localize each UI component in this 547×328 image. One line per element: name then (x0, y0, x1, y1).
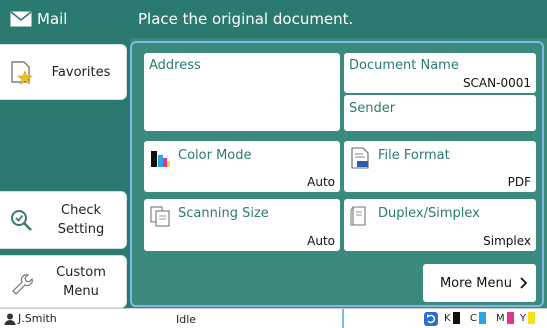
ink-c-letter: C (470, 312, 477, 324)
ink-k-level (452, 312, 460, 324)
document-name-tile[interactable]: Document Name SCAN-0001 (344, 53, 536, 93)
address-label: Address (149, 58, 201, 73)
instruction-message: Place the original document. (138, 10, 354, 28)
status-bar: J.Smith Idle K C M Y (0, 308, 547, 328)
color-mode-icon (151, 151, 170, 167)
duplex-simplex-value: Simplex (483, 234, 531, 248)
check-setting-line1: Check (61, 203, 101, 218)
custom-menu-line2: Menu (63, 283, 99, 299)
ink-k-letter: K (444, 312, 451, 324)
scanning-size-label: Scanning Size (178, 206, 269, 221)
favorites-button[interactable]: Favorites (0, 44, 127, 100)
ink-m-letter: M (496, 312, 505, 324)
scanning-size-value: Auto (307, 234, 335, 248)
more-menu-button[interactable]: More Menu (423, 264, 536, 302)
user-icon (4, 313, 16, 325)
ink-c: C (470, 312, 486, 324)
refresh-icon[interactable] (424, 312, 438, 326)
color-mode-tile[interactable]: Color Mode Auto (144, 141, 340, 192)
check-setting-line2: Setting (57, 222, 105, 237)
file-format-icon (351, 147, 369, 169)
ink-m: M (496, 312, 514, 324)
check-setting-button[interactable]: Check Setting (0, 191, 127, 249)
user-indicator: J.Smith (4, 312, 57, 325)
magnifier-icon (11, 210, 32, 231)
duplex-simplex-tile[interactable]: Duplex/Simplex Simplex (344, 199, 536, 251)
document-name-value: SCAN-0001 (462, 76, 531, 90)
ink-k: K (444, 312, 460, 324)
machine-state: Idle (176, 313, 197, 326)
sender-tile[interactable]: Sender (344, 95, 536, 131)
user-name: J.Smith (18, 312, 57, 325)
custom-menu-label: Custom Menu (40, 263, 126, 301)
duplex-simplex-label: Duplex/Simplex (378, 206, 480, 221)
duplex-simplex-icon (350, 206, 366, 226)
chevron-right-icon (520, 277, 528, 289)
ink-y: Y (520, 312, 536, 324)
scanning-size-icon (150, 206, 170, 227)
wrench-icon (12, 273, 33, 295)
favorites-icon (11, 61, 33, 85)
color-mode-label: Color Mode (178, 148, 252, 163)
file-format-value: PDF (507, 175, 531, 189)
mail-icon (10, 11, 32, 27)
color-mode-value: Auto (307, 175, 335, 189)
ink-c-level (478, 312, 486, 324)
scanner-mail-screen: Mail Favorites Check Setting Custom Menu (0, 0, 547, 328)
address-tile[interactable]: Address (144, 53, 340, 131)
status-divider (342, 309, 344, 328)
file-format-label: File Format (378, 148, 450, 163)
scanning-size-tile[interactable]: Scanning Size Auto (144, 199, 340, 251)
sender-label: Sender (349, 101, 396, 116)
ink-m-level (506, 312, 514, 324)
app-title: Mail (0, 0, 131, 38)
ink-y-level (528, 312, 536, 324)
instruction-header: Place the original document. (131, 0, 547, 38)
check-setting-label: Check Setting (40, 201, 126, 239)
more-menu-label: More Menu (439, 275, 512, 291)
custom-menu-line1: Custom (56, 264, 106, 280)
file-format-tile[interactable]: File Format PDF (344, 141, 536, 192)
ink-y-letter: Y (520, 312, 527, 324)
document-name-label: Document Name (349, 58, 459, 73)
favorites-label: Favorites (51, 64, 111, 80)
custom-menu-button[interactable]: Custom Menu (0, 255, 127, 308)
app-title-label: Mail (37, 10, 68, 28)
